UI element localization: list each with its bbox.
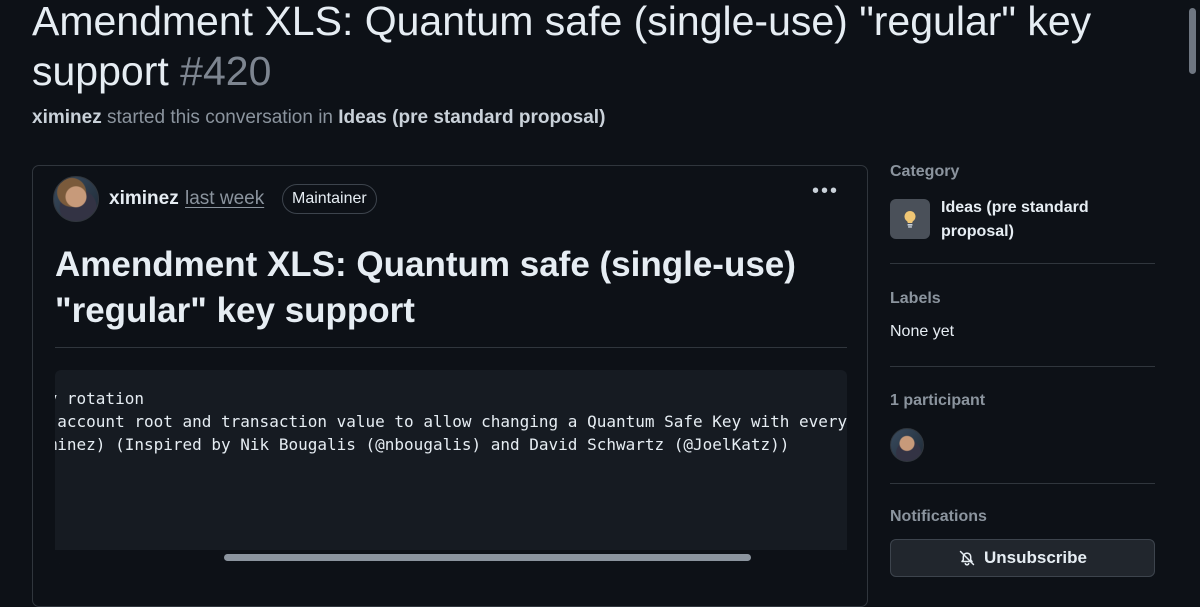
code-line: ey rotation — [55, 389, 144, 408]
horizontal-scrollbar[interactable] — [55, 550, 847, 564]
labels-value: None yet — [890, 323, 955, 340]
labels-heading: Labels — [890, 290, 941, 307]
bell-slash-icon — [959, 550, 975, 566]
participants-heading: 1 participant — [890, 392, 986, 409]
scrollbar-thumb[interactable] — [224, 554, 751, 561]
post-timestamp[interactable]: last week — [185, 188, 264, 210]
divider — [890, 366, 1155, 367]
discussion-number: #420 — [180, 48, 272, 94]
post-author[interactable]: ximinez — [109, 188, 179, 210]
category-link[interactable]: Ideas (pre standard proposal) — [338, 107, 605, 128]
code-line: / account root and transaction value to … — [55, 412, 847, 431]
starter-link[interactable]: ximinez — [32, 107, 102, 128]
discussion-post: ximinez last week Maintainer ••• Amendme… — [32, 165, 868, 607]
vertical-scrollbar[interactable] — [1184, 0, 1200, 585]
page-title: Amendment XLS: Quantum safe (single-use)… — [32, 0, 1152, 96]
scrollbar-thumb[interactable] — [1189, 8, 1196, 74]
code-content: ey rotation / account root and transacti… — [55, 387, 847, 456]
avatar[interactable] — [53, 176, 99, 222]
more-options-icon[interactable]: ••• — [812, 180, 839, 203]
code-block[interactable]: ey rotation / account root and transacti… — [55, 370, 847, 564]
lightbulb-icon — [890, 199, 930, 239]
code-line: iminez) (Inspired by Nik Bougalis (@nbou… — [55, 435, 790, 454]
unsubscribe-button[interactable]: Unsubscribe — [890, 539, 1155, 577]
maintainer-badge: Maintainer — [282, 184, 377, 214]
divider — [55, 347, 847, 348]
divider — [890, 483, 1155, 484]
started-text: started this conversation in — [106, 107, 333, 128]
category-name[interactable]: Ideas (pre standard proposal) — [941, 196, 1141, 244]
participant-avatar[interactable] — [890, 428, 924, 462]
category-heading: Category — [890, 163, 960, 180]
discussion-meta: ximinez started this conversation in Ide… — [32, 107, 605, 129]
post-heading: Amendment XLS: Quantum safe (single-use)… — [55, 245, 796, 330]
notifications-heading: Notifications — [890, 508, 987, 525]
divider — [890, 263, 1155, 264]
unsubscribe-label: Unsubscribe — [984, 548, 1087, 567]
